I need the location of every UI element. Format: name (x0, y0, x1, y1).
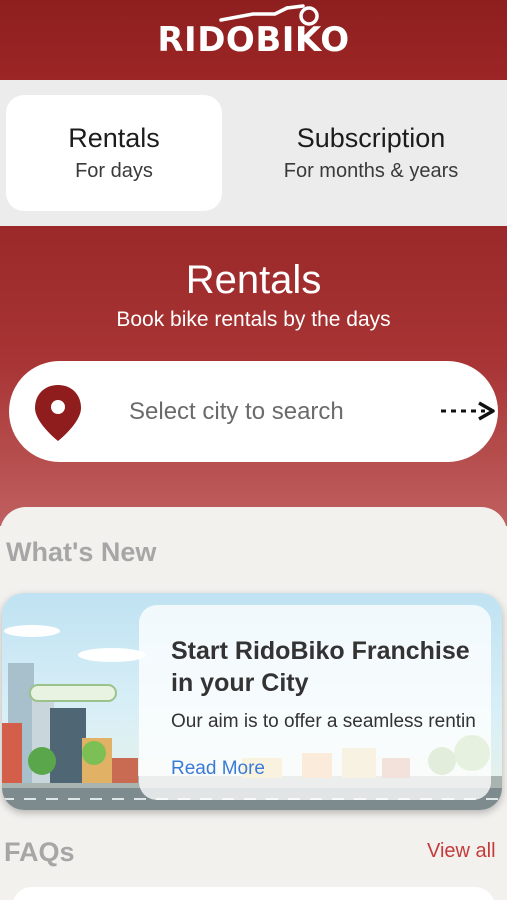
tab-subscription[interactable]: Subscription For months & years (236, 95, 506, 211)
location-pin-icon (35, 385, 81, 441)
read-more-link[interactable]: Read More (171, 758, 265, 780)
faqs-view-all-link[interactable]: View all (427, 840, 496, 863)
franchise-title: Start RidoBiko Franchise in your City (171, 637, 470, 697)
hero-title: Rentals (185, 258, 322, 302)
tab-subscription-subtitle: For months & years (283, 160, 459, 182)
hero-subtitle: Book bike rentals by the days (116, 308, 391, 331)
content-sheet: What's New Start RidoBiko Franchise in y… (0, 507, 507, 900)
franchise-description: Our aim is to offer a seamless renting e… (171, 711, 476, 732)
app-header: RIDOBIKO (0, 0, 507, 80)
tab-rentals-title: Rentals (68, 123, 160, 153)
search-placeholder: Select city to search (129, 398, 344, 425)
faq-card[interactable] (12, 887, 495, 900)
motorbike-icon (219, 4, 320, 26)
tab-subscription-title: Subscription (296, 123, 446, 153)
franchise-card: Start RidoBiko Franchise in your City Ou… (139, 605, 491, 800)
whats-new-heading: What's New (6, 537, 157, 567)
franchise-banner[interactable]: Start RidoBiko Franchise in your City Ou… (2, 593, 502, 810)
ridobiko-logo[interactable]: RIDOBIKO (157, 4, 349, 60)
dashed-arrow-right-icon[interactable] (439, 399, 497, 423)
faqs-heading: FAQs (4, 837, 75, 867)
rental-type-tabs: Rentals For days Subscription For months… (0, 80, 507, 226)
city-search-bar[interactable]: Select city to search (9, 361, 498, 462)
tab-rentals[interactable]: Rentals For days (6, 95, 222, 211)
tab-rentals-subtitle: For days (75, 160, 153, 182)
rentals-hero: Rentals Book bike rentals by the days Se… (0, 226, 507, 526)
